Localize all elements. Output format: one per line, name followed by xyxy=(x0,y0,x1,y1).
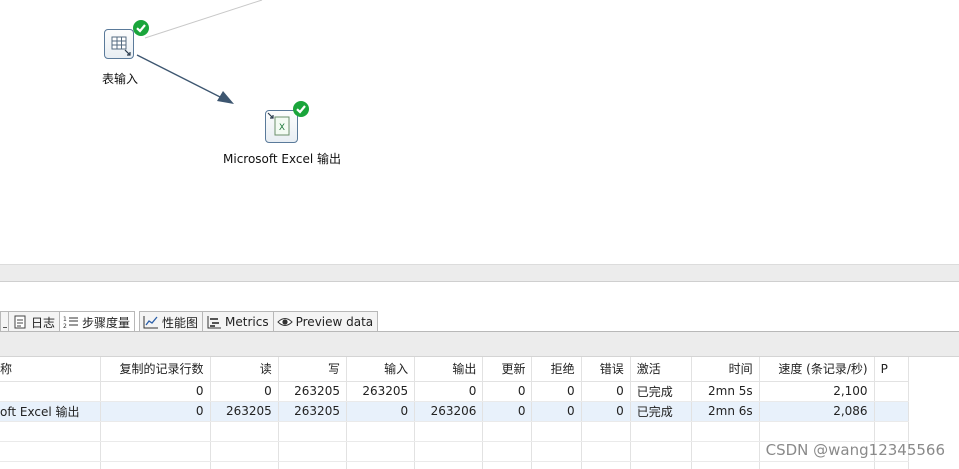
tab-performance-chart[interactable]: 性能图 xyxy=(139,311,204,332)
step-label: 表输入 xyxy=(102,72,139,86)
tab-label: 步骤度量 xyxy=(82,315,131,330)
hop-layer xyxy=(136,0,263,104)
svg-text:X: X xyxy=(279,123,285,133)
cell-active: 已完成 xyxy=(630,381,692,402)
cell-written: 263205 xyxy=(278,401,347,422)
hop-line[interactable] xyxy=(136,54,229,102)
cell-input: 0 xyxy=(346,401,416,422)
cell-step-name xyxy=(0,381,101,402)
cell-copies: 0 xyxy=(100,401,211,422)
cell-speed: 2,100 xyxy=(759,381,875,402)
tab-label: Preview data xyxy=(295,315,374,329)
column-header[interactable]: 错误 xyxy=(581,357,631,382)
column-header[interactable]: 输出 xyxy=(414,357,484,382)
watermark: CSDN @wang12345566 xyxy=(765,441,945,459)
tab-preview-data[interactable]: Preview data xyxy=(272,311,379,332)
cell-updated: 0 xyxy=(482,401,533,422)
tab-label: 日志 xyxy=(31,315,56,330)
tab-label: Metrics xyxy=(225,315,269,329)
cell-active: 已完成 xyxy=(630,401,692,422)
table-input-icon xyxy=(104,29,134,59)
results-tabbar: 日志 12 步骤度量 性能图 Metrics Preview data xyxy=(0,311,379,332)
svg-text:1: 1 xyxy=(63,316,67,323)
log-icon xyxy=(12,315,28,329)
table-row xyxy=(0,461,910,469)
step-metrics-icon: 12 xyxy=(63,315,79,330)
column-header[interactable]: 时间 xyxy=(691,357,760,382)
cell-priority xyxy=(874,381,910,402)
column-header[interactable]: 复制的记录行数 xyxy=(100,357,211,382)
cell-rejected: 0 xyxy=(531,381,582,402)
metrics-icon xyxy=(206,315,222,329)
hop-arrow-icon xyxy=(217,91,234,104)
column-header[interactable]: 激活 xyxy=(630,357,692,382)
column-header[interactable]: 更新 xyxy=(482,357,533,382)
column-header[interactable]: P xyxy=(874,357,910,382)
cell-written: 263205 xyxy=(278,381,347,402)
hop-line-offscreen xyxy=(144,0,263,39)
column-header[interactable]: 读 xyxy=(210,357,279,382)
metrics-toolbar xyxy=(0,332,959,357)
step-label: Microsoft Excel 输出 xyxy=(223,152,342,166)
cell-updated: 0 xyxy=(482,381,533,402)
tab-log[interactable]: 日志 xyxy=(8,311,61,332)
cell-input: 263205 xyxy=(346,381,416,402)
cell-speed: 2,086 xyxy=(759,401,875,422)
cell-rejected: 0 xyxy=(531,401,582,422)
cell-copies: 0 xyxy=(100,381,211,402)
check-icon xyxy=(133,20,149,36)
eye-icon xyxy=(276,315,293,329)
column-header[interactable]: 写 xyxy=(278,357,347,382)
column-header[interactable]: 速度 (条记录/秒) xyxy=(759,357,875,382)
cell-read: 0 xyxy=(210,381,279,402)
check-icon xyxy=(293,101,309,117)
cell-time: 2mn 6s xyxy=(691,401,760,422)
panel-splitter[interactable] xyxy=(0,264,959,282)
cell-output: 263206 xyxy=(414,401,484,422)
tab-label: 性能图 xyxy=(162,315,199,330)
transformation-canvas[interactable]: 表输入 X Microsoft Excel 输出 xyxy=(0,0,959,264)
cell-time: 2mn 5s xyxy=(691,381,760,402)
history-icon xyxy=(3,317,7,328)
cell-read: 263205 xyxy=(210,401,279,422)
performance-chart-icon xyxy=(143,315,159,329)
table-row[interactable]: 0 0 263205 263205 0 0 0 0 已完成 2mn 5s 2,1… xyxy=(0,381,910,402)
cell-priority xyxy=(874,401,910,422)
table-header-row: 称 复制的记录行数 读 写 输入 输出 更新 拒绝 错误 激活 时间 速度 (条… xyxy=(0,357,910,382)
column-header[interactable]: 称 xyxy=(0,357,101,382)
table-row xyxy=(0,421,910,442)
column-header[interactable]: 拒绝 xyxy=(531,357,582,382)
tab-metrics[interactable]: Metrics xyxy=(202,311,274,332)
cell-output: 0 xyxy=(414,381,484,402)
table-row[interactable]: oft Excel 输出 0 263205 263205 0 263206 0 … xyxy=(0,401,910,422)
cell-step-name: oft Excel 输出 xyxy=(0,401,101,422)
svg-text:2: 2 xyxy=(63,323,67,329)
tab-step-metrics[interactable]: 12 步骤度量 xyxy=(59,311,136,332)
cell-errors: 0 xyxy=(581,401,631,422)
cell-errors: 0 xyxy=(581,381,631,402)
column-header[interactable]: 输入 xyxy=(346,357,416,382)
